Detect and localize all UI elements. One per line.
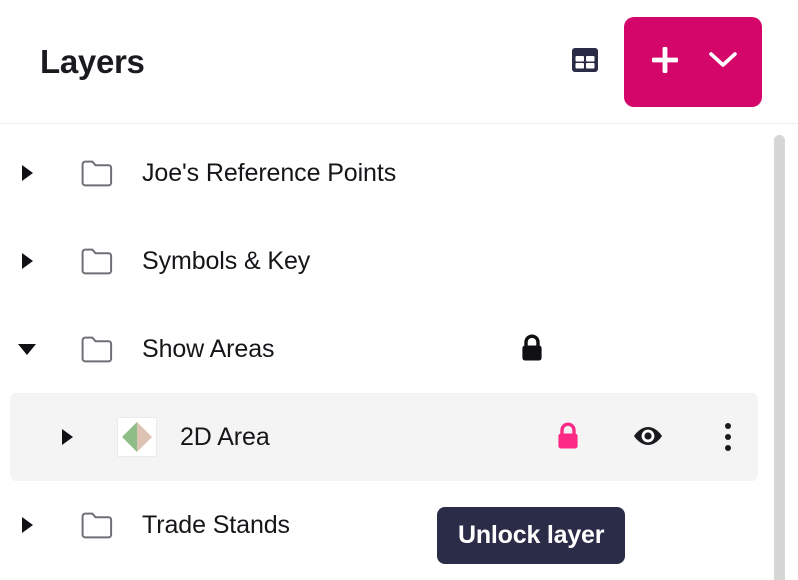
lock-closed-icon (519, 333, 545, 366)
plus-icon (648, 43, 682, 80)
chevron-right-icon (61, 429, 73, 445)
layer-name: 2D Area (180, 422, 270, 451)
more-options-button[interactable] (712, 421, 744, 453)
page-title: Layers (40, 43, 145, 80)
expand-toggle[interactable] (10, 244, 44, 278)
layers-panel: Layers Joe's Reference Points Symbols & … (0, 0, 798, 580)
folder-icon (74, 246, 120, 276)
layer-row-tools (516, 333, 548, 365)
visibility-toggle-button[interactable] (632, 421, 664, 453)
folder-icon (74, 158, 120, 188)
header-actions (568, 16, 762, 107)
scrollbar-track[interactable] (766, 130, 792, 580)
layer-row[interactable]: Joe's Reference Points (10, 129, 758, 217)
lock-toggle-button[interactable] (516, 333, 548, 365)
chevron-down-icon (18, 343, 36, 355)
chevron-right-icon (21, 517, 33, 533)
scrollbar-thumb[interactable] (774, 135, 785, 580)
lock-closed-icon (555, 421, 581, 454)
table-view-button[interactable] (568, 45, 602, 79)
layer-row[interactable]: Show Areas (10, 305, 758, 393)
layer-name: Show Areas (142, 334, 275, 363)
collapse-toggle[interactable] (10, 332, 44, 366)
diamond-thumbnail (117, 417, 157, 457)
add-layer-button[interactable] (624, 16, 762, 107)
panel-header: Layers (0, 0, 798, 124)
expand-toggle[interactable] (50, 420, 84, 454)
layer-name: Joe's Reference Points (142, 158, 397, 187)
chevron-right-icon (21, 253, 33, 269)
layer-name: Symbols & Key (142, 246, 311, 275)
layer-thumbnail (114, 417, 160, 457)
chevron-right-icon (21, 165, 33, 181)
unlock-layer-button[interactable] (552, 421, 584, 453)
layer-row[interactable]: Trade Stands (10, 481, 758, 569)
eye-icon (632, 423, 664, 452)
folder-icon (74, 334, 120, 364)
expand-toggle[interactable] (10, 156, 44, 190)
layer-list: Joe's Reference Points Symbols & Key Sho… (0, 124, 798, 580)
kebab-menu-icon (725, 423, 731, 451)
tooltip-unlock-layer: Unlock layer (437, 507, 626, 564)
layer-row-selected[interactable]: 2D Area (10, 393, 758, 481)
chevron-down-icon (708, 50, 738, 73)
layer-row-tools (552, 421, 744, 453)
layer-row[interactable]: Symbols & Key (10, 217, 758, 305)
expand-toggle[interactable] (10, 508, 44, 542)
folder-icon (74, 510, 120, 540)
table-grid-icon (571, 47, 599, 76)
